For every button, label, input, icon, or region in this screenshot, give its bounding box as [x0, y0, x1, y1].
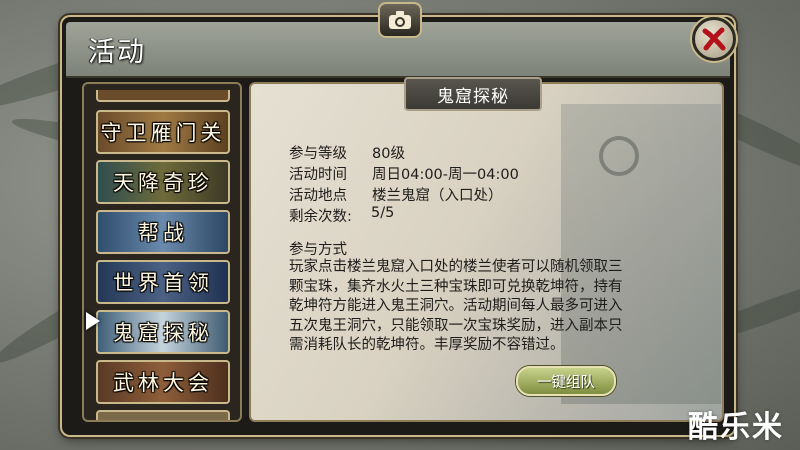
location-value: 楼兰鬼窟（入口处）: [372, 188, 503, 204]
camera-icon: [389, 11, 411, 29]
method-line: 需消耗队长的乾坤符。丰厚奖励不容错过。: [289, 337, 565, 353]
activity-title: 鬼窟探秘: [404, 77, 542, 111]
activity-tab-list[interactable]: 守卫雁门关 天降奇珍 帮战 世界首领 鬼窟探秘 武林大会: [82, 82, 242, 422]
tab-world-boss[interactable]: 世界首领: [96, 260, 230, 304]
remaining-value: 5/5: [371, 205, 395, 221]
window-title: 活动: [88, 37, 146, 68]
tab-guild-war[interactable]: 帮战: [96, 210, 230, 254]
time-value: 周日04:00-周一04:00: [372, 167, 519, 183]
method-line: 五次鬼王洞穴，只能领取一次宝珠奖励，进入副本只: [289, 317, 623, 334]
method-line: 玩家点击楼兰鬼窟入口处的楼兰使者可以随机领取三: [289, 259, 623, 275]
camera-button[interactable]: [378, 2, 422, 38]
tab-list-bottom-edge: [96, 410, 230, 420]
tab-list-top-edge: [96, 90, 230, 102]
method-line: 颗宝珠，集齐水火土三种宝珠即可兑换乾坤符，持有: [289, 278, 623, 295]
tab-guard-yanmen[interactable]: 守卫雁门关: [96, 110, 230, 154]
background-building: [561, 104, 721, 404]
level-value: 80级: [372, 146, 405, 162]
watermark: 酷乐米: [688, 410, 784, 445]
arrow-right-icon: [86, 312, 100, 330]
tab-heavenly-treasure[interactable]: 天降奇珍: [96, 160, 230, 204]
location-label: 活动地点: [289, 188, 347, 204]
method-description: 玩家点击楼兰鬼窟入口处的楼兰使者可以随机领取三 颗宝珠，集齐水火土三种宝珠即可兑…: [289, 258, 689, 356]
background-wheel: [599, 136, 639, 176]
method-line: 乾坤符方能进入鬼王洞穴。活动期间每人最多可进入: [289, 298, 623, 314]
tab-martial-tournament[interactable]: 武林大会: [96, 360, 230, 404]
quick-team-button[interactable]: 一键组队: [516, 366, 616, 396]
remaining-label: 剩余次数:: [289, 209, 352, 225]
method-title: 参与方式: [289, 242, 347, 258]
level-label: 参与等级: [289, 146, 347, 162]
close-button[interactable]: [692, 17, 736, 61]
close-icon: [702, 27, 726, 51]
tab-ghost-cave[interactable]: 鬼窟探秘: [96, 310, 230, 354]
time-label: 活动时间: [289, 167, 347, 183]
